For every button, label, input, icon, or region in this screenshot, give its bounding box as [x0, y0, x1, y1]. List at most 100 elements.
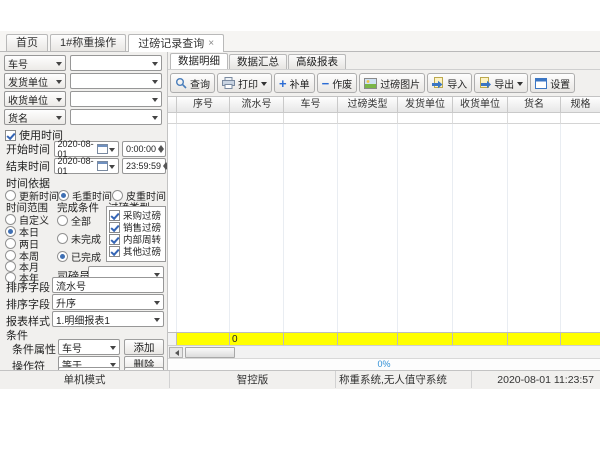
tab-data-summary[interactable]: 数据汇总 — [229, 54, 287, 69]
field-selector-receiver[interactable]: 收货单位 — [4, 91, 66, 107]
sort-order-combo[interactable]: 升序 — [52, 294, 164, 310]
report-style-value: 1.明细报表1 — [56, 312, 110, 327]
supplement-label: 补单 — [290, 76, 310, 91]
summary-selector-cell — [168, 332, 177, 345]
calendar-icon — [97, 161, 108, 171]
start-time-spinner[interactable]: 0:00:00 — [122, 141, 166, 157]
tab-weigh-operation[interactable]: 1#称重操作 — [50, 34, 126, 51]
col-header-goods[interactable]: 货名 — [508, 97, 561, 113]
start-time-value: 0:00:00 — [126, 144, 156, 154]
checkbox-icon — [109, 246, 120, 257]
tab-home[interactable]: 首页 — [6, 34, 48, 51]
tab-record-query-label: 过磅记录查询 — [138, 36, 204, 52]
col-header-vehicle[interactable]: 车号 — [284, 97, 338, 113]
filter-cell[interactable] — [177, 113, 230, 124]
print-button[interactable]: 打印 — [217, 73, 272, 93]
main-tabbar: 首页 1#称重操作 过磅记录查询 × — [0, 31, 600, 52]
import-label: 导入 — [447, 76, 467, 91]
body-column — [230, 124, 284, 332]
chevron-down-icon — [152, 116, 158, 123]
export-button[interactable]: 导出 — [474, 73, 528, 93]
filter-cell[interactable] — [453, 113, 508, 124]
spinner-icon[interactable] — [156, 142, 165, 156]
tab-advanced-report[interactable]: 高级报表 — [288, 54, 346, 69]
sort-field-input[interactable]: 流水号 — [52, 277, 164, 293]
grid-header-row: 序号 流水号 车号 过磅类型 发货单位 收货单位 货名 规格 — [168, 97, 600, 113]
radio-finish-all[interactable]: 全部 — [57, 213, 91, 228]
chevron-down-icon — [109, 165, 115, 172]
query-button[interactable]: 查询 — [170, 73, 215, 93]
chevron-down-icon[interactable] — [261, 82, 267, 89]
vehicle-value-combo[interactable] — [70, 55, 162, 71]
body-column — [398, 124, 453, 332]
filter-cell[interactable] — [398, 113, 453, 124]
filter-cell[interactable] — [284, 113, 338, 124]
col-header-spec[interactable]: 规格 — [561, 97, 600, 113]
checkbox-type-other[interactable]: 其他过磅 — [109, 245, 165, 257]
start-time-row: 开始时间 2020-08-01 0:00:00 — [6, 141, 166, 157]
supplement-button[interactable]: + 补单 — [274, 73, 315, 93]
weigh-photos-button[interactable]: 过磅图片 — [359, 73, 425, 93]
sender-value-combo[interactable] — [70, 73, 162, 89]
weigh-photos-label: 过磅图片 — [380, 76, 420, 91]
body-column — [508, 124, 561, 332]
close-icon[interactable]: × — [208, 39, 214, 49]
start-date-picker[interactable]: 2020-08-01 — [54, 141, 119, 157]
scrollbar-thumb[interactable] — [185, 347, 235, 358]
condition-attr-combo[interactable]: 车号 — [58, 339, 120, 355]
radio-label: 全部 — [71, 213, 91, 228]
void-button[interactable]: − 作废 — [317, 73, 358, 93]
field-row-goods: 货名 — [4, 109, 164, 125]
scroll-left-arrow[interactable] — [169, 347, 183, 358]
checkbox-icon — [109, 234, 120, 245]
summary-cell — [453, 332, 508, 345]
chevron-down-icon — [109, 148, 115, 155]
filter-cell[interactable] — [338, 113, 398, 124]
report-style-combo[interactable]: 1.明细报表1 — [52, 311, 164, 327]
radio-finish-unfinished[interactable]: 未完成 — [57, 231, 101, 246]
end-date-picker[interactable]: 2020-08-01 — [54, 158, 119, 174]
goods-value-combo[interactable] — [70, 109, 162, 125]
row-selector-header — [168, 97, 177, 113]
records-grid: 序号 流水号 车号 过磅类型 发货单位 收货单位 货名 规格 — [168, 96, 600, 370]
radio-finish-finished[interactable]: 已完成 — [57, 249, 101, 264]
col-header-sender[interactable]: 发货单位 — [398, 97, 453, 113]
summary-cell-seq — [177, 332, 230, 345]
condition-extra-button[interactable] — [124, 367, 164, 370]
import-button[interactable]: 导入 — [427, 73, 472, 93]
tab-weigh-operation-label: 1#称重操作 — [60, 35, 116, 51]
summary-cell-serial-count: 0 — [230, 332, 284, 345]
settings-button[interactable]: 设置 — [530, 73, 575, 93]
horizontal-scrollbar[interactable] — [168, 345, 600, 358]
radio-icon — [57, 215, 68, 226]
filter-cell[interactable] — [508, 113, 561, 124]
col-header-serial[interactable]: 流水号 — [230, 97, 284, 113]
checkbox-icon — [5, 130, 16, 141]
chevron-down-icon[interactable] — [517, 82, 523, 89]
tab-data-detail[interactable]: 数据明细 — [170, 53, 228, 69]
filter-cell[interactable] — [561, 113, 600, 124]
chevron-down-icon — [154, 301, 160, 308]
filter-cell — [168, 113, 177, 124]
col-header-weigh-type[interactable]: 过磅类型 — [338, 97, 398, 113]
progress-bar: 0% — [168, 358, 600, 370]
receiver-value-combo[interactable] — [70, 91, 162, 107]
condition-value-input[interactable] — [58, 367, 120, 370]
tab-record-query[interactable]: 过磅记录查询 × — [128, 34, 224, 52]
status-mode: 单机模式 — [0, 371, 170, 388]
search-icon — [175, 77, 187, 89]
col-header-seq[interactable]: 序号 — [177, 97, 230, 113]
sort-field-value: 流水号 — [56, 278, 86, 293]
spinner-icon[interactable] — [161, 159, 168, 173]
end-time-spinner[interactable]: 23:59:59 — [122, 158, 166, 174]
field-selector-vehicle[interactable]: 车号 — [4, 55, 66, 71]
filter-cell[interactable] — [230, 113, 284, 124]
add-condition-button[interactable]: 添加 — [124, 339, 164, 355]
status-system-name: 称重系统,无人值守系统 — [336, 371, 472, 388]
field-selector-sender[interactable]: 发货单位 — [4, 73, 66, 89]
field-selector-goods[interactable]: 货名 — [4, 109, 66, 125]
status-edition: 智控版 — [170, 371, 336, 388]
col-header-receiver[interactable]: 收货单位 — [453, 97, 508, 113]
field-selector-label: 发货单位 — [8, 74, 48, 89]
toolbar: 查询 打印 + 补单 − 作废 过磅图片 — [168, 69, 600, 96]
